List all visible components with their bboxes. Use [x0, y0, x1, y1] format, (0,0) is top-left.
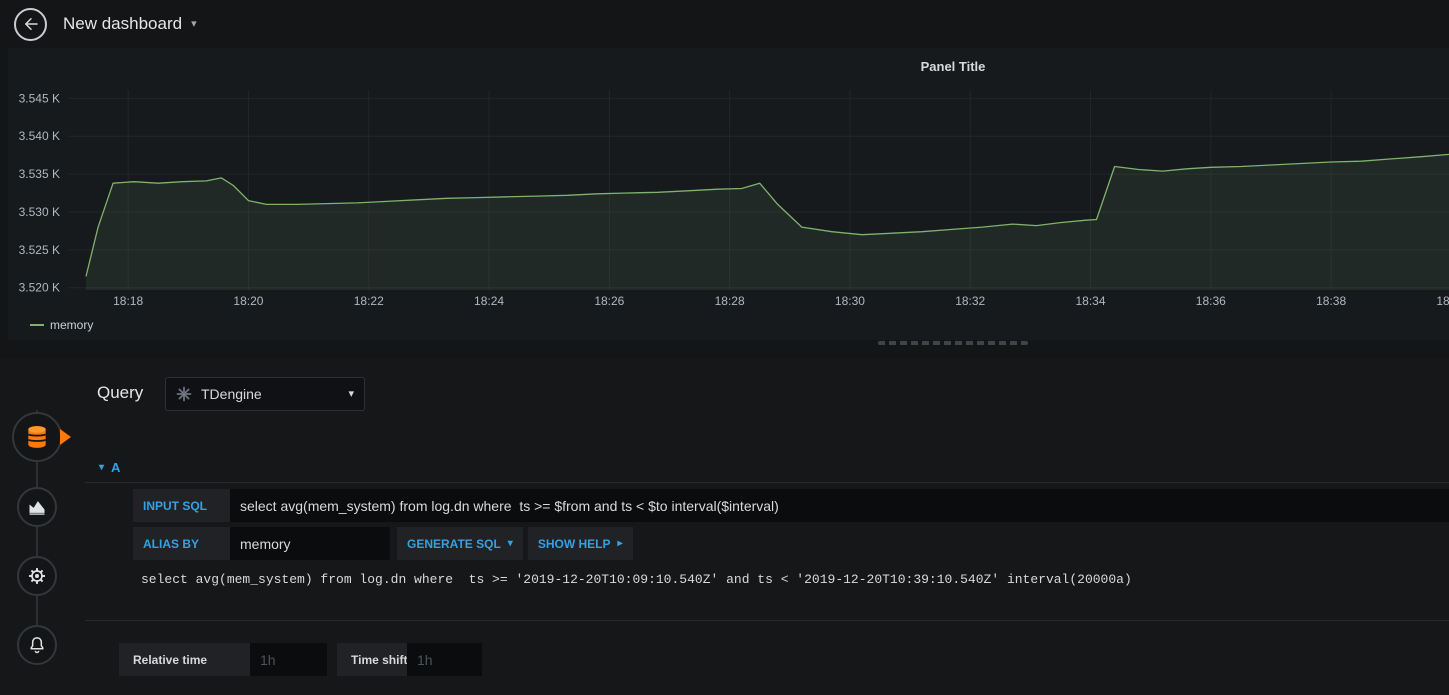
svg-text:18:34: 18:34	[1076, 294, 1106, 308]
relative-time-label: Relative time	[119, 643, 250, 676]
alias-by-label: ALIAS BY	[133, 527, 230, 560]
tab-alert[interactable]	[17, 625, 57, 665]
topbar: New dashboard ▾	[0, 0, 1449, 48]
divider	[85, 482, 1449, 483]
tab-general[interactable]	[17, 556, 57, 596]
generate-sql-label: GENERATE SQL	[407, 536, 501, 551]
graph-icon	[29, 501, 45, 515]
tab-queries[interactable]	[12, 412, 62, 462]
query-ref-id: A	[111, 460, 121, 475]
query-section-title: Query	[97, 383, 144, 402]
time-shift-field[interactable]	[407, 643, 482, 676]
tab-visualization[interactable]	[17, 487, 57, 527]
svg-text:18:38: 18:38	[1316, 294, 1346, 308]
input-sql-label: INPUT SQL	[133, 489, 230, 522]
svg-text:3.530 K: 3.530 K	[19, 205, 60, 219]
relative-time-field[interactable]	[250, 643, 327, 676]
alias-by-row: ALIAS BY GENERATE SQL ▾ SHOW HELP ▸	[133, 527, 633, 560]
bell-icon	[30, 637, 44, 654]
chart-legend: memory	[30, 318, 93, 332]
gear-icon	[29, 568, 45, 584]
generated-sql-text: select avg(mem_system) from log.dn where…	[141, 572, 1132, 587]
back-arrow-icon	[24, 18, 38, 30]
svg-text:18:18: 18:18	[113, 294, 143, 308]
svg-text:18:28: 18:28	[715, 294, 745, 308]
svg-text:3.535 K: 3.535 K	[19, 167, 60, 181]
svg-text:18:22: 18:22	[354, 294, 384, 308]
datasource-name: TDengine	[201, 386, 262, 402]
svg-text:18:40: 18:40	[1436, 294, 1449, 308]
legend-swatch	[30, 324, 44, 326]
tdengine-logo-icon	[176, 386, 192, 402]
active-tab-pointer-icon	[60, 429, 71, 445]
input-sql-field[interactable]	[230, 489, 1449, 522]
query-collapse-toggle[interactable]: ▾ A	[99, 460, 120, 475]
caret-down-icon: ▾	[99, 461, 105, 473]
database-icon	[27, 426, 47, 448]
svg-text:3.545 K: 3.545 K	[19, 91, 60, 105]
svg-text:18:36: 18:36	[1196, 294, 1226, 308]
svg-text:18:26: 18:26	[594, 294, 624, 308]
caret-down-icon: ▾	[348, 387, 354, 400]
legend-item-memory[interactable]: memory	[30, 318, 93, 332]
divider	[85, 620, 1449, 621]
panel-title[interactable]: Panel Title	[921, 59, 986, 74]
time-options-row: Relative time Time shift	[119, 643, 482, 676]
dashboard-title-dropdown[interactable]: New dashboard ▾	[63, 14, 197, 34]
generate-sql-button[interactable]: GENERATE SQL ▾	[397, 527, 523, 560]
graph-panel: 3.520 K 3.525 K 3.530 K 3.535 K 3.540 K 3.545…	[8, 48, 1449, 340]
alias-by-field[interactable]	[230, 527, 390, 560]
caret-down-icon: ▾	[507, 537, 513, 549]
input-sql-row: INPUT SQL	[133, 489, 1449, 522]
panel-resize-handle[interactable]	[878, 341, 1028, 345]
caret-down-icon: ▾	[191, 17, 197, 30]
svg-text:3.540 K: 3.540 K	[19, 129, 60, 143]
legend-label: memory	[50, 318, 94, 332]
svg-text:18:32: 18:32	[955, 294, 985, 308]
datasource-picker[interactable]: TDengine ▾	[165, 377, 365, 411]
chevron-right-icon: ▸	[617, 537, 623, 549]
svg-text:3.520 K: 3.520 K	[19, 281, 60, 295]
time-series-chart[interactable]: 3.520 K 3.525 K 3.530 K 3.535 K 3.540 K 3.545…	[8, 48, 1449, 340]
svg-text:18:30: 18:30	[835, 294, 865, 308]
svg-text:3.525 K: 3.525 K	[19, 243, 60, 257]
grafana-panel-edit-screen: New dashboard ▾ 3.520 K 3.525 K 3.530 K 3.5…	[0, 0, 1449, 695]
back-button[interactable]	[14, 7, 47, 41]
show-help-button[interactable]: SHOW HELP ▸	[527, 527, 633, 560]
show-help-label: SHOW HELP	[537, 536, 611, 551]
dashboard-title: New dashboard	[63, 14, 183, 33]
time-shift-label: Time shift	[337, 643, 407, 676]
svg-text:18:20: 18:20	[233, 294, 263, 308]
svg-text:18:24: 18:24	[474, 294, 504, 308]
